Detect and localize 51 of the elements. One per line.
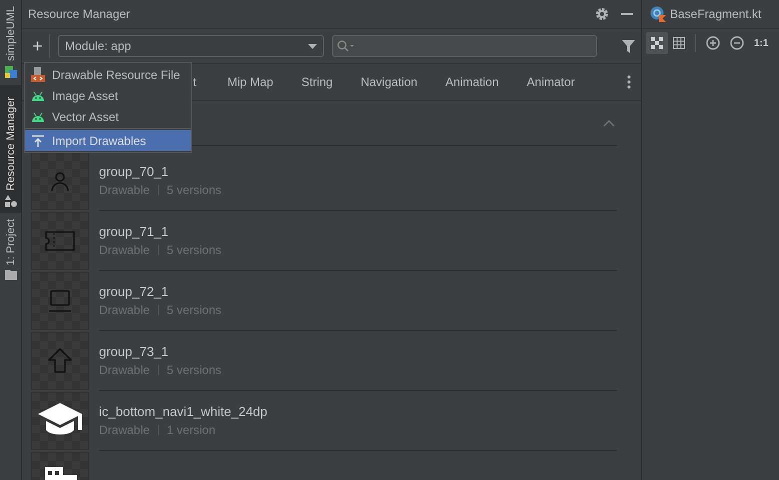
module-dropdown[interactable]: Module: app <box>58 35 324 57</box>
side-tab[interactable]: 1: Project <box>0 212 21 286</box>
thumbnail[interactable] <box>31 392 89 450</box>
resource-name: group_70_1 <box>99 164 170 179</box>
menu-item[interactable]: Drawable Resource File <box>25 64 191 85</box>
caret-icon <box>308 44 317 48</box>
resource-name: group_71_1 <box>99 224 170 239</box>
thumbnail[interactable] <box>31 152 89 210</box>
android-icon <box>30 112 46 122</box>
more-icon[interactable] <box>627 75 631 89</box>
house-arrow-icon <box>48 348 72 374</box>
laptop-icon <box>48 289 72 313</box>
zoom-out-icon[interactable] <box>730 36 744 50</box>
side-tab[interactable]: simpleUML <box>0 0 21 86</box>
thumbnail[interactable] <box>31 332 89 390</box>
resource-tab[interactable]: Navigation <box>346 75 432 89</box>
menu-item[interactable]: Import Drawables <box>25 130 191 151</box>
grid-icon[interactable] <box>673 37 685 49</box>
search-field[interactable] <box>332 35 597 57</box>
search-icon <box>337 40 355 52</box>
thumbnail[interactable] <box>31 212 89 270</box>
resource-tab[interactable]: Mip Map <box>213 75 288 89</box>
ticket-icon <box>45 231 75 251</box>
resource-tab[interactable]: t <box>193 75 214 89</box>
resource-tab[interactable]: Animator <box>512 75 589 89</box>
menu-item[interactable]: Image Asset <box>25 85 191 106</box>
side-tab[interactable]: Resource Manager <box>0 85 21 213</box>
folder-icon <box>4 269 16 280</box>
resource-name: group_72_1 <box>99 284 170 299</box>
resource-name: group_73_1 <box>99 344 170 359</box>
actual-size-button[interactable]: 1:1 <box>754 38 768 48</box>
checkerboard-toggle[interactable] <box>646 32 668 54</box>
settings-icon[interactable] <box>595 7 609 21</box>
shapes-icon <box>4 194 16 207</box>
person-icon <box>49 170 71 192</box>
kotlin-file-icon <box>650 6 666 22</box>
resource-tab[interactable]: String <box>287 75 347 89</box>
xml-file-icon <box>30 66 46 82</box>
import-icon <box>30 134 46 146</box>
checkerboard-icon <box>651 37 663 49</box>
resource-tab[interactable]: Animation <box>431 75 513 89</box>
panel-title: Resource Manager <box>28 7 132 21</box>
add-button[interactable]: + <box>26 34 50 58</box>
resource-name: ic_bottom_navi1_white_24dp <box>99 404 268 419</box>
filter-icon[interactable] <box>622 40 635 52</box>
uml-icon <box>4 65 18 80</box>
thumbnail[interactable] <box>31 272 89 330</box>
editor-tab[interactable]: BaseFragment.kt <box>642 0 779 29</box>
zoom-in-icon[interactable] <box>706 36 720 50</box>
menu-item[interactable]: Vector Asset <box>25 106 191 127</box>
android-icon <box>30 90 46 100</box>
